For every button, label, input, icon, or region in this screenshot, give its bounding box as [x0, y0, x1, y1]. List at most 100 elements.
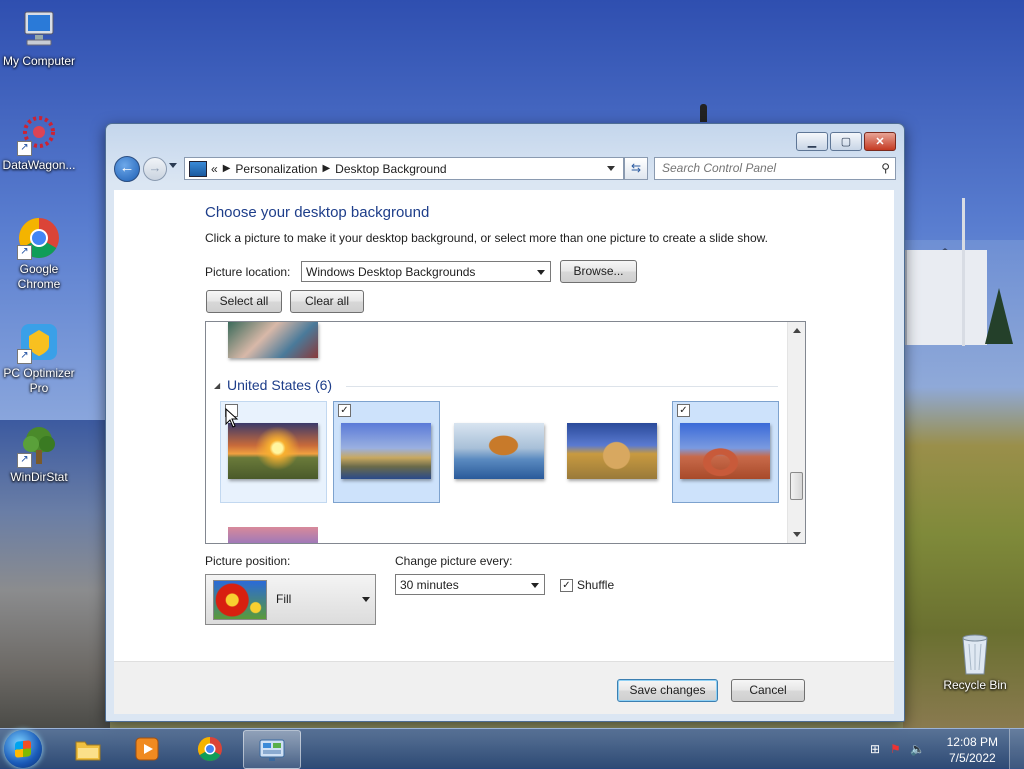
forward-button[interactable]: →	[143, 157, 167, 181]
taskbar-chrome-button[interactable]	[182, 730, 238, 767]
position-preview-thumbnail	[213, 580, 267, 620]
picture-position-label: Picture position:	[205, 554, 291, 568]
clear-all-button[interactable]: Clear all	[290, 290, 364, 313]
control-panel-icon	[259, 739, 285, 761]
chevron-down-icon	[531, 583, 539, 588]
wallpaper-house	[905, 250, 987, 345]
shuffle-checkbox[interactable]: ✓	[560, 578, 573, 592]
show-desktop-button[interactable]	[1009, 729, 1024, 769]
desktop-icon-google-chrome[interactable]: ↗ Google Chrome	[0, 216, 81, 292]
shuffle-label: Shuffle	[577, 578, 615, 592]
back-arrow-icon: ←	[119, 159, 135, 176]
wallpaper-tile-delicate-arch[interactable]: ✓	[672, 401, 779, 503]
scroll-down-icon[interactable]	[793, 532, 801, 537]
desktop-icon-windirstat[interactable]: ↗ WinDirStat	[0, 424, 81, 485]
dialog-footer: Save changes Cancel	[114, 661, 894, 714]
wallpaper-thumb-rock-lake	[454, 423, 544, 479]
refresh-icon: ⇆	[630, 161, 642, 175]
group-title-united-states[interactable]: United States (6)	[227, 377, 332, 393]
maximize-icon: ▢	[840, 136, 852, 148]
change-picture-value: 30 minutes	[400, 578, 459, 592]
folder-icon	[75, 741, 101, 761]
control-panel-icon	[189, 160, 207, 177]
address-overflow-chevron[interactable]: «	[211, 162, 218, 176]
breadcrumb-separator-icon[interactable]: ▶	[223, 163, 231, 174]
chrome-icon: ↗	[17, 216, 61, 260]
save-changes-button[interactable]: Save changes	[617, 679, 718, 702]
chevron-down-icon	[537, 270, 545, 275]
select-all-button[interactable]: Select all	[206, 290, 282, 313]
search-box[interactable]: ⚲	[654, 157, 896, 180]
page-title: Choose your desktop background	[205, 204, 430, 221]
desktop-icon-my-computer[interactable]: My Computer	[0, 8, 81, 69]
start-button[interactable]	[4, 730, 42, 768]
wallpaper-tree	[985, 288, 1013, 344]
media-player-icon	[135, 737, 159, 761]
taskbar: ⊞ ⚑ 🔈 12:08 PM 7/5/2022	[0, 728, 1024, 769]
group-divider	[346, 386, 778, 387]
wallpaper-tile-hay-bale[interactable]	[559, 401, 666, 503]
picture-location-value: Windows Desktop Backgrounds	[306, 265, 476, 279]
recycle-bin-icon	[953, 632, 997, 676]
page-description: Click a picture to make it your desktop …	[205, 231, 768, 245]
pc-optimizer-icon: ↗	[17, 320, 61, 364]
shuffle-option[interactable]: ✓ Shuffle	[560, 578, 614, 592]
scroll-up-icon[interactable]	[793, 328, 801, 333]
address-bar[interactable]: « ▶ Personalization ▶ Desktop Background	[184, 157, 624, 180]
tile-checkbox[interactable]: ✓	[338, 404, 351, 417]
wallpaper-flagpole	[962, 198, 965, 346]
wallpaper-thumb-sunset-field	[228, 423, 318, 479]
shortcut-arrow-icon: ↗	[17, 245, 32, 260]
picture-location-select[interactable]: Windows Desktop Backgrounds	[301, 261, 551, 282]
minimize-button[interactable]: ▁	[796, 132, 828, 151]
gallery-scrollbar[interactable]	[787, 322, 805, 543]
clock[interactable]: 12:08 PM 7/5/2022	[947, 734, 998, 766]
breadcrumb-desktop-background[interactable]: Desktop Background	[335, 162, 446, 176]
mouse-cursor-icon	[225, 408, 239, 428]
desktop-icon-pc-optimizer-pro[interactable]: ↗ PC Optimizer Pro	[0, 320, 81, 396]
navigation-bar: ← → « ▶ Personalization ▶ Desktop Backgr…	[114, 155, 896, 183]
desktop-icon-recycle-bin[interactable]: Recycle Bin	[933, 632, 1017, 693]
wallpaper-thumb-partial-bottom[interactable]	[228, 527, 318, 543]
breadcrumb-personalization[interactable]: Personalization	[235, 162, 317, 176]
tile-checkbox[interactable]: ✓	[677, 404, 690, 417]
forward-arrow-icon: →	[148, 160, 162, 175]
desktop-icon-datawagon[interactable]: ↗ DataWagon...	[0, 112, 81, 173]
wallpaper-thumb-hay-bale	[567, 423, 657, 479]
search-input[interactable]	[655, 158, 872, 177]
breadcrumb-separator-icon[interactable]: ▶	[322, 163, 330, 174]
action-center-flag-icon[interactable]: ⚑	[890, 742, 904, 756]
windirstat-icon: ↗	[17, 424, 61, 468]
wallpaper-thumb-partial-top[interactable]	[228, 322, 318, 358]
network-icon[interactable]: ⊞	[870, 742, 884, 756]
system-tray: ⊞ ⚑ 🔈 12:08 PM 7/5/2022	[864, 729, 1024, 769]
scroll-thumb[interactable]	[790, 472, 803, 500]
back-button[interactable]: ←	[114, 156, 140, 182]
volume-icon[interactable]: 🔈	[910, 742, 925, 756]
wallpaper-tile-rock-lake[interactable]	[446, 401, 553, 503]
chrome-icon	[197, 737, 222, 762]
datawagon-icon: ↗	[17, 112, 61, 156]
shortcut-arrow-icon: ↗	[17, 349, 32, 364]
taskbar-explorer-button[interactable]	[60, 730, 116, 767]
clock-date: 7/5/2022	[948, 751, 996, 765]
close-button[interactable]: ✕	[864, 132, 896, 151]
cancel-button[interactable]: Cancel	[731, 679, 805, 702]
wallpaper-tile-lighthouse[interactable]: ✓	[333, 401, 440, 503]
taskbar-media-player-button[interactable]	[119, 730, 175, 767]
search-icon[interactable]: ⚲	[881, 161, 890, 175]
window-controls: ▁ ▢ ✕	[796, 132, 896, 151]
group-collapse-icon[interactable]: ◢	[214, 381, 220, 390]
recent-pages-dropdown[interactable]	[169, 163, 177, 168]
taskbar-control-panel-button[interactable]	[243, 730, 301, 769]
picture-position-select[interactable]: Fill	[205, 574, 376, 625]
clock-time: 12:08 PM	[946, 735, 998, 749]
windows-logo-icon	[15, 740, 31, 758]
maximize-button[interactable]: ▢	[830, 132, 862, 151]
picture-position-value: Fill	[276, 592, 292, 606]
computer-icon	[17, 8, 61, 52]
address-dropdown-icon[interactable]	[607, 166, 615, 171]
refresh-button[interactable]: ⇆	[624, 157, 648, 180]
browse-button[interactable]: Browse...	[560, 260, 637, 283]
change-picture-interval-select[interactable]: 30 minutes	[395, 574, 545, 595]
